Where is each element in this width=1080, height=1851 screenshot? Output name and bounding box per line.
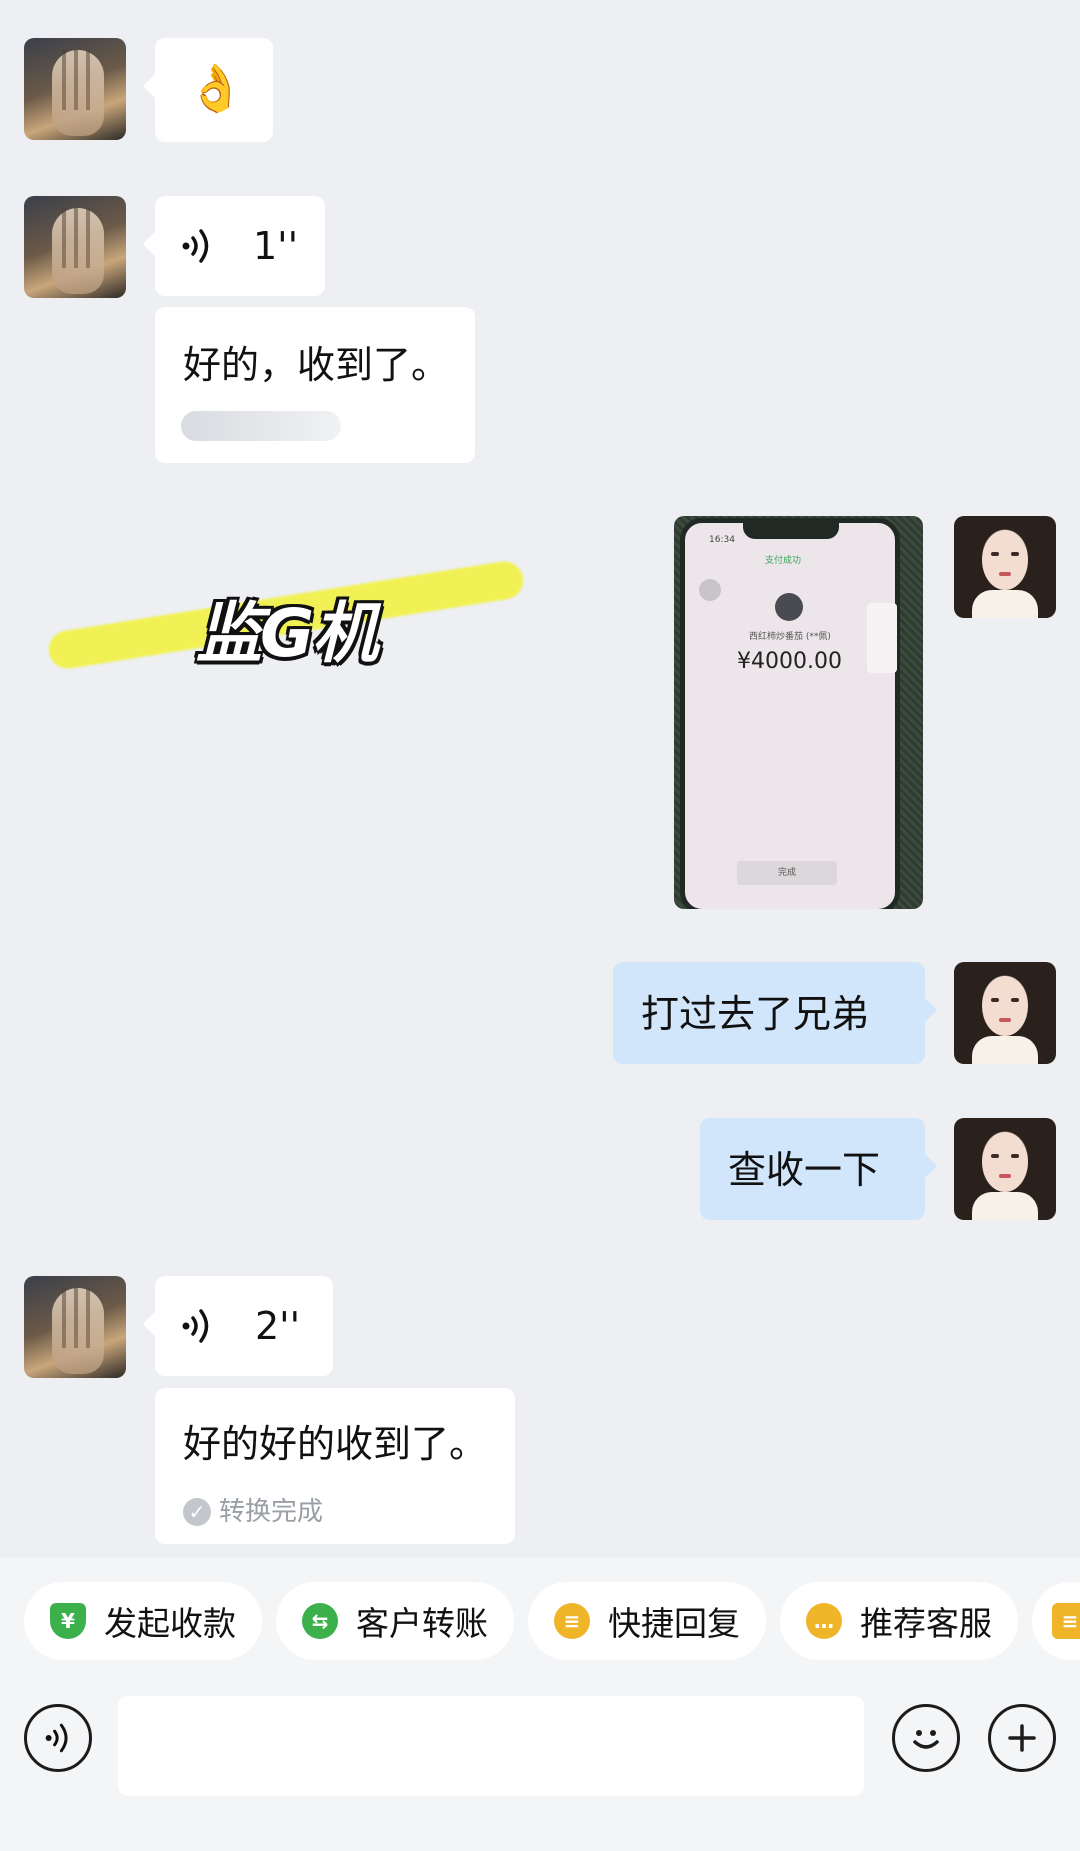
transcription-status-label: 转换完成 bbox=[219, 1497, 324, 1527]
peer-avatar[interactable] bbox=[24, 196, 126, 298]
voice-wave-icon bbox=[182, 1309, 209, 1343]
chat-input-bar bbox=[0, 1692, 1080, 1851]
peer-avatar[interactable] bbox=[24, 1276, 126, 1378]
screenshot-circle-icon bbox=[699, 579, 721, 601]
quick-action-more[interactable]: ≡ bbox=[1032, 1582, 1080, 1660]
message-text: 打过去了兄弟 bbox=[641, 992, 870, 1036]
voice-wave-icon bbox=[182, 229, 209, 263]
quick-action-customer-transfer[interactable]: ⇆ 客户转账 bbox=[276, 1582, 514, 1660]
voice-message-bubble[interactable]: 1'' bbox=[143, 196, 325, 296]
screenshot-done-button: 完成 bbox=[737, 861, 837, 885]
quick-action-label: 客户转账 bbox=[356, 1604, 488, 1643]
message-input[interactable] bbox=[118, 1696, 864, 1796]
payment-screenshot-image[interactable]: 16:34 支付成功 西红柿炒番茄 (**佩) ¥4000.00 完成 bbox=[674, 516, 923, 909]
self-avatar[interactable] bbox=[954, 516, 1056, 618]
text-message-bubble[interactable]: 好的好的收到了。 ✓ 转换完成 bbox=[155, 1388, 515, 1544]
blurred-status bbox=[181, 411, 341, 441]
screenshot-clock: 16:34 bbox=[709, 535, 735, 545]
recommend-service-icon: … bbox=[806, 1603, 842, 1639]
screenshot-payee-name: 西红柿炒番茄 (**佩) bbox=[749, 632, 831, 642]
peer-avatar[interactable] bbox=[24, 38, 126, 140]
quick-action-label: 快捷回复 bbox=[608, 1604, 740, 1643]
voice-input-button[interactable] bbox=[24, 1704, 92, 1772]
yuan-shield-icon: ¥ bbox=[50, 1603, 86, 1639]
smiley-icon bbox=[913, 1730, 939, 1749]
quick-action-collect-payment[interactable]: ¥ 发起收款 bbox=[24, 1582, 262, 1660]
ok-hand-emoji: 👌 bbox=[187, 61, 245, 115]
message-text: 查收一下 bbox=[728, 1148, 881, 1192]
text-message-bubble[interactable]: 查收一下 bbox=[700, 1118, 937, 1220]
text-message-bubble[interactable]: 打过去了兄弟 bbox=[613, 962, 937, 1064]
self-avatar[interactable] bbox=[954, 1118, 1056, 1220]
quick-action-quick-reply[interactable]: ≡ 快捷回复 bbox=[528, 1582, 766, 1660]
voice-duration: 2'' bbox=[255, 1304, 301, 1348]
plus-icon bbox=[1008, 1724, 1036, 1752]
list-icon: ≡ bbox=[1052, 1603, 1080, 1639]
text-message-bubble[interactable]: 好的，收到了。 bbox=[155, 307, 475, 463]
quick-action-label: 发起收款 bbox=[104, 1604, 236, 1643]
self-avatar[interactable] bbox=[954, 962, 1056, 1064]
emoji-button[interactable] bbox=[892, 1704, 960, 1772]
transfer-icon: ⇆ bbox=[302, 1603, 338, 1639]
quick-action-bar: ¥ 发起收款 ⇆ 客户转账 ≡ 快捷回复 … 推荐客服 ≡ bbox=[0, 1558, 1080, 1692]
quick-reply-icon: ≡ bbox=[554, 1603, 590, 1639]
quick-action-recommend-service[interactable]: … 推荐客服 bbox=[780, 1582, 1018, 1660]
screenshot-success-label: 支付成功 bbox=[765, 556, 802, 566]
transcription-status: ✓ 转换完成 bbox=[183, 1488, 323, 1536]
message-text: 好的好的收到了。 bbox=[183, 1422, 488, 1466]
watermark-text: 监G机 bbox=[196, 595, 378, 672]
more-actions-button[interactable] bbox=[988, 1704, 1056, 1772]
voice-wave-icon bbox=[45, 1723, 68, 1753]
screenshot-amount: ¥4000.00 bbox=[737, 649, 842, 674]
voice-message-bubble[interactable]: 2'' bbox=[143, 1276, 333, 1376]
voice-duration: 1'' bbox=[253, 224, 299, 268]
message-text: 好的，收到了。 bbox=[183, 343, 450, 387]
screenshot-payee-avatar bbox=[775, 593, 803, 621]
emoji-message-bubble[interactable]: 👌 bbox=[143, 38, 273, 142]
quick-action-label: 推荐客服 bbox=[860, 1604, 992, 1643]
check-icon: ✓ bbox=[183, 1498, 211, 1526]
